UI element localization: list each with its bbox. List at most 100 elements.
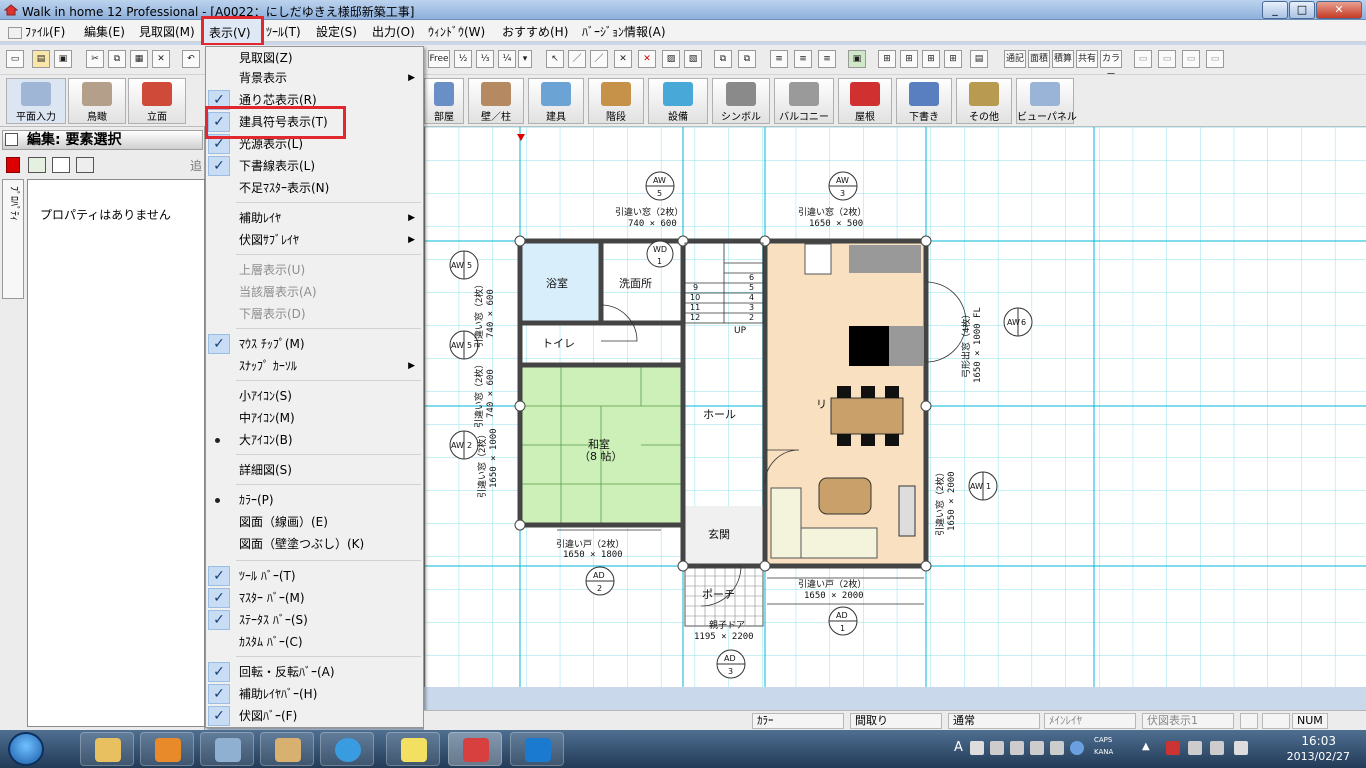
cut-icon[interactable]: ✂ <box>86 50 104 68</box>
share-button[interactable]: 共有 <box>1076 50 1098 68</box>
view-menu-item-21[interactable]: ✓ ﾂｰﾙ ﾊﾞｰ(T) <box>206 565 423 587</box>
taskbar-teamviewer[interactable] <box>510 732 564 766</box>
maximize-button[interactable]: □ <box>1289 1 1315 19</box>
close-button[interactable]: ✕ <box>1316 1 1362 19</box>
house-icon[interactable] <box>28 157 46 173</box>
view-menu-item-19[interactable]: 図面（線画）(E) <box>206 511 423 533</box>
taskbar-explorer[interactable] <box>80 732 134 766</box>
grid3-icon[interactable]: ⊞ <box>922 50 940 68</box>
menu-mitorizu[interactable]: 見取図(M) <box>139 23 195 40</box>
view-menu-item-22[interactable]: ✓ ﾏｽﾀｰ ﾊﾞｰ(M) <box>206 587 423 609</box>
view-menu-item-5[interactable]: ✓ 下書線表示(L) <box>206 155 423 177</box>
save-icon[interactable]: ▣ <box>54 50 72 68</box>
layer2-icon[interactable]: ≡ <box>794 50 812 68</box>
equipment-button[interactable]: 設備 <box>648 78 708 124</box>
taskbar-walkinhome[interactable] <box>448 732 502 766</box>
view-menu-item-13[interactable]: ｽﾅｯﾌﾟ ｶｰｿﾙ ▶ <box>206 355 423 377</box>
paste-icon[interactable]: ▦ <box>130 50 148 68</box>
picture-icon[interactable]: ▣ <box>848 50 866 68</box>
wall-pillar-button[interactable]: 壁／柱 <box>468 78 524 124</box>
area-button[interactable]: 面積 <box>1028 50 1050 68</box>
birdseye-button[interactable]: 鳥瞰 <box>68 78 126 124</box>
view-menu-item-18[interactable]: ｶﾗｰ(P) <box>206 489 423 511</box>
layer1-icon[interactable]: ≡ <box>770 50 788 68</box>
table-icon[interactable] <box>52 157 70 173</box>
draft-button[interactable]: 下書き <box>896 78 952 124</box>
select-arrow-icon[interactable]: ↖ <box>546 50 564 68</box>
menu-view[interactable]: 表示(V) <box>201 16 264 46</box>
open-icon[interactable]: ▤ <box>32 50 50 68</box>
view-menu-item-16[interactable]: 大ｱｲｺﾝ(B) <box>206 429 423 451</box>
taskbar-ie[interactable] <box>320 732 374 766</box>
taskbar-files[interactable] <box>260 732 314 766</box>
taskbar-notes[interactable] <box>200 732 254 766</box>
clock-time[interactable]: 16:03 <box>1301 734 1336 748</box>
menu-window[interactable]: ｳｨﾝﾄﾞｳ(W) <box>428 23 485 40</box>
delete-x-icon[interactable]: ✕ <box>638 50 656 68</box>
line2-icon[interactable]: ／ <box>590 50 608 68</box>
copy-icon[interactable]: ⧉ <box>108 50 126 68</box>
balcony-button[interactable]: バルコニー <box>774 78 834 124</box>
red-marker-icon[interactable] <box>6 157 20 173</box>
view-menu-item-15[interactable]: 中ｱｲｺﾝ(M) <box>206 407 423 429</box>
start-button[interactable] <box>8 732 44 766</box>
menu-recommend[interactable]: おすすめ(H) <box>502 23 568 40</box>
ime-dict-icon[interactable] <box>990 741 1004 755</box>
stairs-button[interactable]: 階段 <box>588 78 644 124</box>
flag-icon[interactable] <box>1166 741 1180 755</box>
ime-mode[interactable]: A <box>954 740 963 755</box>
doc-icon[interactable]: ▤ <box>970 50 988 68</box>
new-icon[interactable]: ▭ <box>6 50 24 68</box>
third-snap-button[interactable]: ⅓ <box>476 50 494 68</box>
drawing-canvas[interactable]: 浴室 洗面所 トイレ 和室 （8 帖） ホール リ 玄関 ポーチ UP 9 10… <box>424 127 1366 687</box>
undo-icon[interactable]: ↶ <box>182 50 200 68</box>
speaker-icon[interactable] <box>1234 741 1248 755</box>
view-menu-item-12[interactable]: ✓ ﾏｳｽ ﾁｯﾌﾟ(M) <box>206 333 423 355</box>
snap-dropdown-icon[interactable]: ▾ <box>518 50 532 68</box>
overlap-icon[interactable]: ⧉ <box>714 50 732 68</box>
hatch2-icon[interactable]: ▧ <box>684 50 702 68</box>
grid2-icon[interactable]: ⊞ <box>900 50 918 68</box>
tsuki-button[interactable]: 通記 <box>1004 50 1026 68</box>
menu-edit[interactable]: 編集(E) <box>84 23 125 40</box>
layer3-icon[interactable]: ≡ <box>818 50 836 68</box>
fitting-button[interactable]: 建具 <box>528 78 584 124</box>
free-snap-button[interactable]: Free <box>428 50 450 68</box>
view-menu-item-27[interactable]: ✓ 伏図ﾊﾞｰ(F) <box>206 705 423 727</box>
quarter-snap-button[interactable]: ¼ <box>498 50 516 68</box>
menu-output[interactable]: 出力(O) <box>372 23 415 40</box>
ime-tool-icon[interactable] <box>1010 741 1024 755</box>
show-hidden-icon[interactable]: ▲ <box>1142 741 1150 752</box>
menu-file[interactable]: ﾌｧｲﾙ(F) <box>8 23 65 40</box>
network-icon[interactable] <box>1210 741 1224 755</box>
view-panel-button[interactable]: ビューパネル <box>1016 78 1077 124</box>
view-menu-item-0[interactable]: 見取図(Z) <box>206 47 423 69</box>
view-menu-item-8[interactable]: 伏図ｻﾌﾞﾚｲﾔ ▶ <box>206 229 423 251</box>
gear-icon[interactable] <box>1030 741 1044 755</box>
settings-icon[interactable] <box>76 157 94 173</box>
view-menu-item-6[interactable]: 不足ﾏｽﾀｰ表示(N) <box>206 177 423 199</box>
view-menu-item-7[interactable]: 補助ﾚｲﾔ ▶ <box>206 207 423 229</box>
room-button[interactable]: 部屋 <box>424 78 464 124</box>
symbol-button[interactable]: シンボル <box>712 78 770 124</box>
grid-icon[interactable]: ⊞ <box>878 50 896 68</box>
plan-input-button[interactable]: 平面入力 <box>6 78 66 124</box>
view-menu-item-1[interactable]: 背景表示 ▶ <box>206 67 423 89</box>
color-button[interactable]: カラー <box>1100 50 1122 80</box>
cross-icon[interactable]: ✕ <box>614 50 632 68</box>
half-snap-button[interactable]: ½ <box>454 50 472 68</box>
taskbar-sticky[interactable] <box>386 732 440 766</box>
line-icon[interactable]: ／ <box>568 50 586 68</box>
view-menu-item-20[interactable]: 図面（壁塗つぶし）(K) <box>206 533 423 555</box>
clock-date[interactable]: 2013/02/27 <box>1287 750 1350 763</box>
device-icon[interactable] <box>1188 741 1202 755</box>
ime-pad-icon[interactable] <box>970 741 984 755</box>
help-icon[interactable] <box>1070 741 1084 755</box>
grid4-icon[interactable]: ⊞ <box>944 50 962 68</box>
delete-icon[interactable]: ✕ <box>152 50 170 68</box>
overlap2-icon[interactable]: ⧉ <box>738 50 756 68</box>
minimize-button[interactable]: _ <box>1262 1 1288 19</box>
add-button[interactable]: 追 <box>190 157 202 174</box>
panel-pin-icon[interactable] <box>5 133 18 146</box>
roof-button[interactable]: 屋根 <box>838 78 892 124</box>
